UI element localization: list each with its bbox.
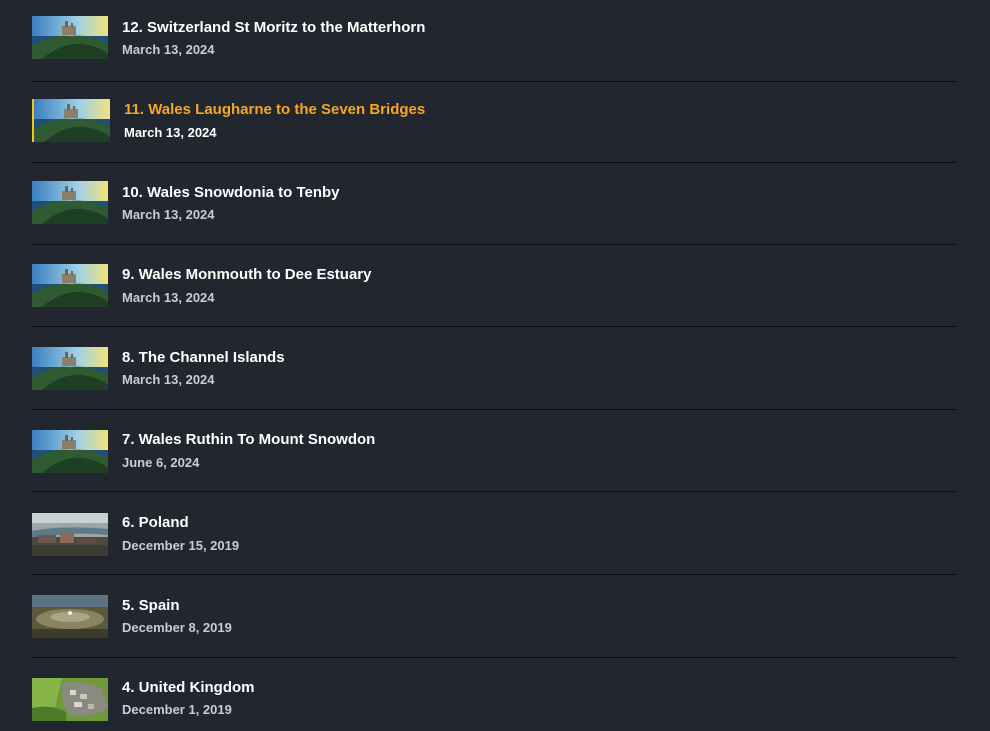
- episode-date: June 6, 2024: [122, 455, 200, 470]
- episode-title[interactable]: 6. Poland: [122, 514, 189, 531]
- episode-date: March 13, 2024: [122, 42, 215, 57]
- episode-thumbnail[interactable]: [32, 678, 108, 721]
- episode-date: March 13, 2024: [124, 125, 217, 140]
- episode-title[interactable]: 7. Wales Ruthin To Mount Snowdon: [122, 431, 375, 448]
- episode-title[interactable]: 9. Wales Monmouth to Dee Estuary: [122, 266, 372, 283]
- episode-item-11[interactable]: 11. Wales Laugharne to the Seven Bridges…: [32, 81, 956, 163]
- episode-date: December 1, 2019: [122, 702, 232, 717]
- episode-title[interactable]: 10. Wales Snowdonia to Tenby: [122, 184, 340, 201]
- episode-item-7[interactable]: 7. Wales Ruthin To Mount Snowdon June 6,…: [32, 410, 956, 492]
- episode-date: December 15, 2019: [122, 538, 240, 553]
- episode-item-4[interactable]: 4. United Kingdom December 1, 2019: [32, 658, 956, 731]
- episode-date: December 8, 2019: [122, 620, 232, 635]
- episode-item-9[interactable]: 9. Wales Monmouth to Dee Estuary March 1…: [32, 245, 956, 327]
- episode-item-10[interactable]: 10. Wales Snowdonia to Tenby March 13, 2…: [32, 163, 956, 245]
- episode-thumbnail[interactable]: [32, 264, 108, 307]
- episode-thumbnail[interactable]: [32, 181, 108, 224]
- episode-thumbnail[interactable]: [32, 16, 108, 59]
- episode-thumbnail[interactable]: [32, 99, 110, 142]
- episode-title[interactable]: 4. United Kingdom: [122, 679, 255, 696]
- episode-item-5[interactable]: 5. Spain December 8, 2019: [32, 576, 956, 658]
- divider: [32, 326, 956, 327]
- episode-item-6[interactable]: 6. Poland December 15, 2019: [32, 493, 956, 575]
- episode-thumbnail[interactable]: [32, 430, 108, 473]
- episode-title[interactable]: 11. Wales Laugharne to the Seven Bridges: [124, 101, 425, 118]
- episode-list: 12. Switzerland St Moritz to the Matterh…: [0, 0, 990, 731]
- divider: [32, 491, 956, 492]
- episode-title[interactable]: 12. Switzerland St Moritz to the Matterh…: [122, 19, 425, 36]
- episode-title[interactable]: 8. The Channel Islands: [122, 349, 285, 366]
- episode-thumbnail[interactable]: [32, 513, 108, 556]
- episode-date: March 13, 2024: [122, 290, 215, 305]
- episode-item-12[interactable]: 12. Switzerland St Moritz to the Matterh…: [32, 0, 956, 82]
- episode-date: March 13, 2024: [122, 372, 215, 387]
- episode-date: March 13, 2024: [122, 207, 215, 222]
- episode-title[interactable]: 5. Spain: [122, 597, 180, 614]
- episode-item-8[interactable]: 8. The Channel Islands March 13, 2024: [32, 328, 956, 410]
- divider: [32, 574, 956, 575]
- episode-thumbnail[interactable]: [32, 347, 108, 390]
- episode-thumbnail[interactable]: [32, 595, 108, 638]
